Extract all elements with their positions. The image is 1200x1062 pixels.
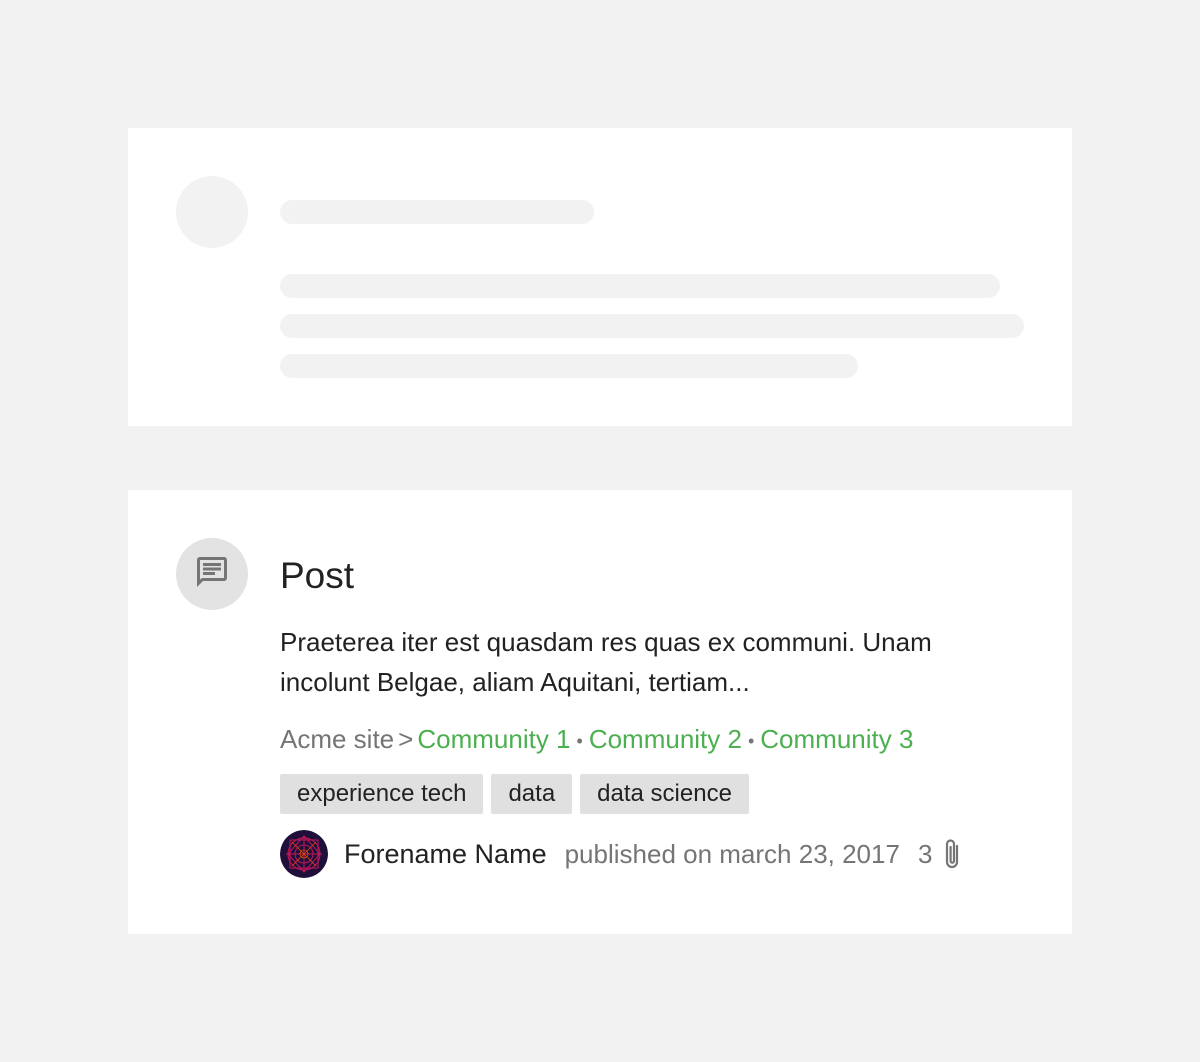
breadcrumb: Acme site > Community 1 • Community 2 • Commun…	[280, 719, 913, 761]
comment-icon	[194, 554, 230, 595]
attachment-count: 3	[917, 838, 933, 869]
author-avatar[interactable]	[280, 830, 328, 878]
author-avatar-pattern	[280, 830, 328, 878]
skeleton-text-line	[280, 314, 1024, 338]
skeleton-avatar	[176, 176, 248, 248]
post-title[interactable]: Post	[280, 553, 354, 599]
published-date: published on march 23, 2017	[564, 838, 900, 869]
breadcrumb-site[interactable]: Acme site	[280, 724, 394, 754]
loading-placeholder-card	[128, 128, 1072, 426]
tag-chip[interactable]: experience tech	[280, 774, 484, 814]
breadcrumb-dot: •	[747, 731, 755, 752]
tag-list: experience tech data data science	[280, 774, 749, 814]
post-meta: Forename Name published on march 23, 201…	[280, 830, 964, 878]
community-link-3[interactable]: Community 3	[760, 724, 913, 754]
skeleton-text-line	[280, 354, 858, 378]
skeleton-title-line	[280, 200, 594, 224]
paperclip-icon[interactable]	[940, 837, 964, 871]
breadcrumb-dot: •	[576, 731, 583, 752]
author-name[interactable]: Forename Name	[344, 839, 547, 870]
post-type-badge	[176, 538, 248, 610]
tag-chip[interactable]: data	[491, 774, 573, 814]
post-card[interactable]: Post Praeterea iter est quasdam res quas…	[128, 490, 1072, 934]
breadcrumb-separator: >	[398, 724, 414, 754]
skeleton-text-line	[280, 274, 1000, 298]
community-link-2[interactable]: Community 2	[589, 724, 742, 754]
tag-chip[interactable]: data science	[580, 774, 749, 814]
post-excerpt: Praeterea iter est quasdam res quas ex c…	[280, 627, 932, 697]
community-link-1[interactable]: Community 1	[417, 724, 570, 754]
